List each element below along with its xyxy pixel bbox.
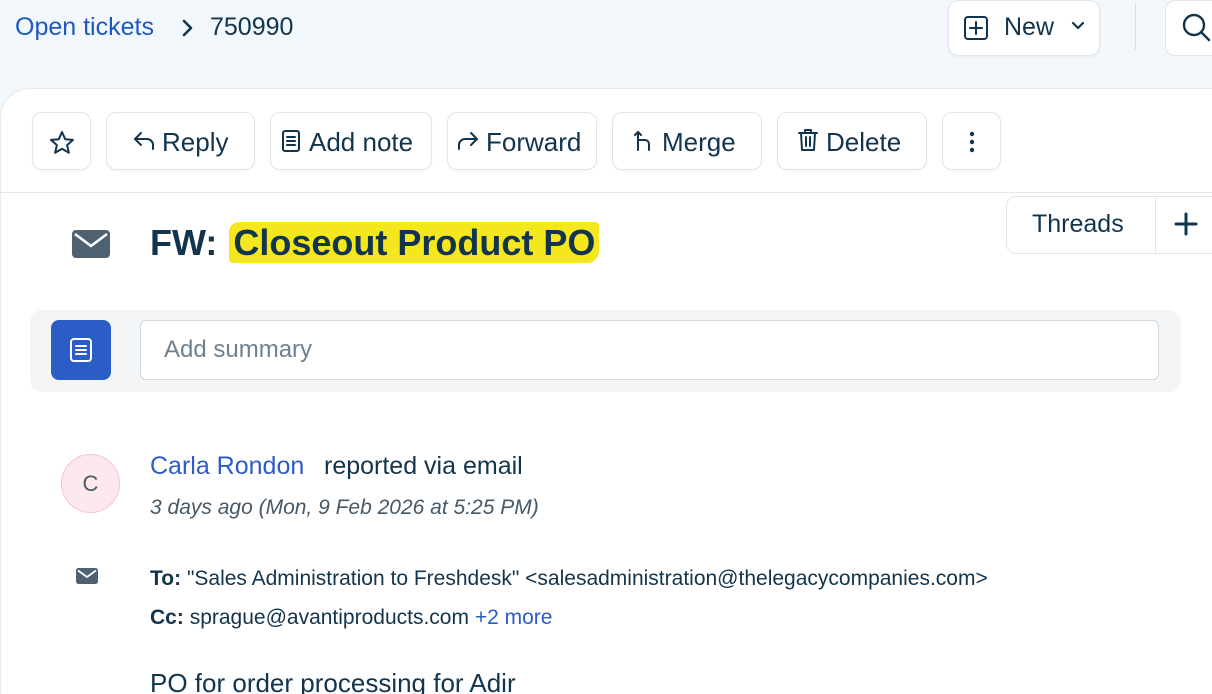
reported-via-text: reported via email [324,452,523,480]
cc-value: sprague@avantiproducts.com [189,606,469,629]
sender-name[interactable]: Carla Rondon [150,452,304,481]
reply-label: Reply [162,127,229,157]
add-note-button[interactable]: Add note [270,112,432,170]
merge-button[interactable]: Merge [612,112,762,170]
cc-line: Cc: sprague@avantiproducts.com +2 more [150,606,552,630]
avatar: C [61,454,120,513]
summary-button[interactable] [51,320,111,380]
envelope-icon [72,230,110,258]
forward-button[interactable]: Forward [447,112,597,170]
plus-icon[interactable] [1173,211,1199,237]
add-note-label: Add note [309,127,414,157]
to-line: To: "Sales Administration to Freshdesk" … [150,567,988,591]
message-timestamp: 3 days ago (Mon, 9 Feb 2026 at 5:25 PM) [150,496,539,519]
document-icon [70,338,92,362]
top-bar: Open tickets 750990 New [0,0,1212,90]
more-vertical-icon [969,131,975,153]
more-actions-button[interactable] [942,112,1001,170]
merge-icon [634,131,650,151]
plus-square-icon [964,16,988,40]
new-button-label: New [1004,13,1055,41]
to-value: "Sales Administration to Freshdesk" <sal… [186,567,988,590]
summary-input[interactable] [140,320,1159,380]
star-button[interactable] [32,112,91,170]
forward-label: Forward [486,127,582,157]
envelope-icon [76,568,98,584]
ticket-subject: FW: Closeout Product PO [150,222,600,264]
note-icon [282,130,300,152]
threads-control[interactable]: Threads [1006,196,1212,254]
cc-label: Cc: [150,606,184,629]
threads-label[interactable]: Threads [1032,210,1124,239]
toolbar-divider [0,192,1212,193]
to-label: To: [150,567,182,590]
search-icon [1182,13,1211,42]
header-divider [1135,4,1136,50]
search-button[interactable] [1165,0,1212,56]
forward-icon [458,132,478,150]
chevron-right-icon [182,19,193,37]
chevron-down-icon [1071,21,1085,30]
subject-prefix: FW: [150,222,218,263]
threads-divider [1155,197,1156,253]
subject-highlight: Closeout Product PO [229,222,600,263]
breadcrumb-ticket-id: 750990 [210,13,294,41]
reply-button[interactable]: Reply [106,112,255,170]
trash-icon [798,129,818,151]
reply-icon [134,132,154,150]
delete-button[interactable]: Delete [777,112,927,170]
message-body: PO for order processing for Adir [150,668,516,694]
merge-label: Merge [662,127,736,157]
delete-label: Delete [826,127,902,157]
cc-more-link[interactable]: +2 more [475,606,553,629]
breadcrumb-open-tickets[interactable]: Open tickets [15,13,154,42]
new-button[interactable]: New [948,0,1100,56]
star-icon [50,131,74,154]
